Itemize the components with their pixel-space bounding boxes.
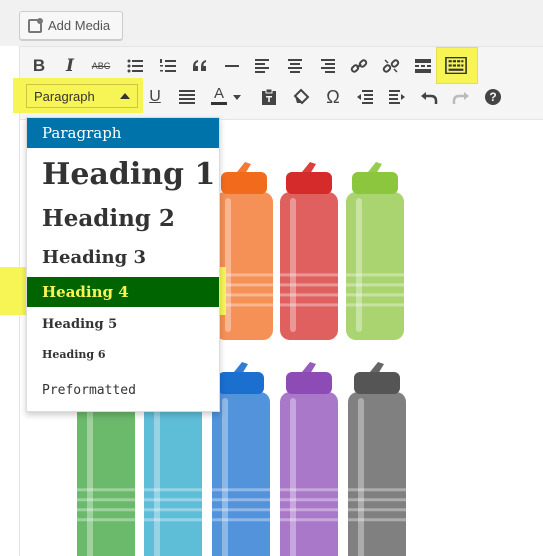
format-option-label: Paragraph bbox=[42, 124, 122, 142]
format-option-label: Heading 4 bbox=[42, 283, 129, 301]
format-option-heading-2[interactable]: Heading 2 bbox=[27, 200, 219, 236]
strikethrough-icon[interactable]: ABC bbox=[88, 53, 114, 79]
format-option-label: Heading 5 bbox=[42, 316, 118, 332]
indent-icon[interactable] bbox=[384, 84, 410, 110]
bold-glyph: B bbox=[32, 56, 46, 75]
format-option-label: Preformatted bbox=[42, 382, 136, 398]
toolbar-toggle-icon[interactable] bbox=[442, 53, 470, 77]
text-color-glyph: A bbox=[213, 84, 224, 102]
help-glyph: ? bbox=[485, 89, 501, 105]
paste-as-text-icon[interactable] bbox=[256, 84, 282, 110]
redo-icon[interactable] bbox=[448, 84, 474, 110]
bullet-list-icon[interactable] bbox=[122, 53, 148, 79]
justify-icon[interactable] bbox=[174, 84, 200, 110]
format-option-label: Heading 1 bbox=[42, 156, 216, 192]
format-select[interactable]: Paragraph bbox=[26, 84, 138, 108]
add-media-label: Add Media bbox=[48, 18, 111, 33]
chevron-down-icon bbox=[233, 94, 241, 100]
horizontal-line-icon[interactable] bbox=[219, 53, 245, 79]
format-option-label: Heading 2 bbox=[42, 204, 175, 232]
chevron-up-icon bbox=[120, 93, 130, 99]
text-color-swatch bbox=[211, 101, 227, 105]
strike-glyph: ABC bbox=[91, 61, 111, 71]
bottle bbox=[280, 362, 338, 556]
insert-link-icon[interactable] bbox=[346, 53, 372, 79]
format-option-label: Heading 6 bbox=[42, 347, 106, 361]
outdent-icon[interactable] bbox=[352, 84, 378, 110]
help-icon[interactable]: ? bbox=[480, 84, 506, 110]
clear-formatting-icon[interactable] bbox=[288, 84, 314, 110]
format-option-heading-4[interactable]: Heading 4 bbox=[27, 277, 219, 307]
format-option-heading-3[interactable]: Heading 3 bbox=[27, 242, 219, 272]
align-center-icon[interactable] bbox=[282, 53, 308, 79]
bottle bbox=[348, 362, 406, 556]
format-option-paragraph[interactable]: Paragraph bbox=[27, 118, 219, 148]
special-character-icon[interactable]: Ω bbox=[320, 84, 346, 110]
format-select-value: Paragraph bbox=[34, 88, 95, 104]
bottle bbox=[212, 362, 270, 556]
format-option-heading-5[interactable]: Heading 5 bbox=[27, 310, 219, 338]
text-color-dropdown[interactable] bbox=[230, 84, 244, 110]
bottle bbox=[346, 162, 404, 340]
format-option-preformatted[interactable]: Preformatted bbox=[27, 376, 219, 404]
align-left-icon[interactable] bbox=[250, 53, 276, 79]
bold-icon[interactable]: B bbox=[26, 53, 52, 79]
align-right-icon[interactable] bbox=[314, 53, 340, 79]
read-more-icon[interactable] bbox=[410, 53, 436, 79]
numbered-list-icon[interactable] bbox=[155, 53, 181, 79]
format-option-heading-1[interactable]: Heading 1 bbox=[27, 152, 219, 196]
underline-glyph: U bbox=[149, 88, 161, 105]
remove-link-icon[interactable] bbox=[378, 53, 404, 79]
underline-icon[interactable]: U bbox=[142, 84, 168, 110]
italic-glyph: I bbox=[66, 56, 74, 76]
italic-icon[interactable]: I bbox=[57, 53, 83, 79]
blockquote-icon[interactable] bbox=[187, 53, 213, 79]
format-option-heading-6[interactable]: Heading 6 bbox=[27, 341, 219, 367]
bottle bbox=[280, 162, 338, 340]
omega-glyph: Ω bbox=[326, 86, 340, 107]
format-dropdown: Paragraph Heading 1 Heading 2 Heading 3 … bbox=[26, 117, 220, 412]
add-media-button[interactable]: Add Media bbox=[19, 11, 123, 40]
text-color-icon[interactable]: A bbox=[206, 82, 232, 108]
media-icon bbox=[28, 17, 43, 33]
format-option-label: Heading 3 bbox=[42, 246, 147, 268]
undo-icon[interactable] bbox=[416, 84, 442, 110]
